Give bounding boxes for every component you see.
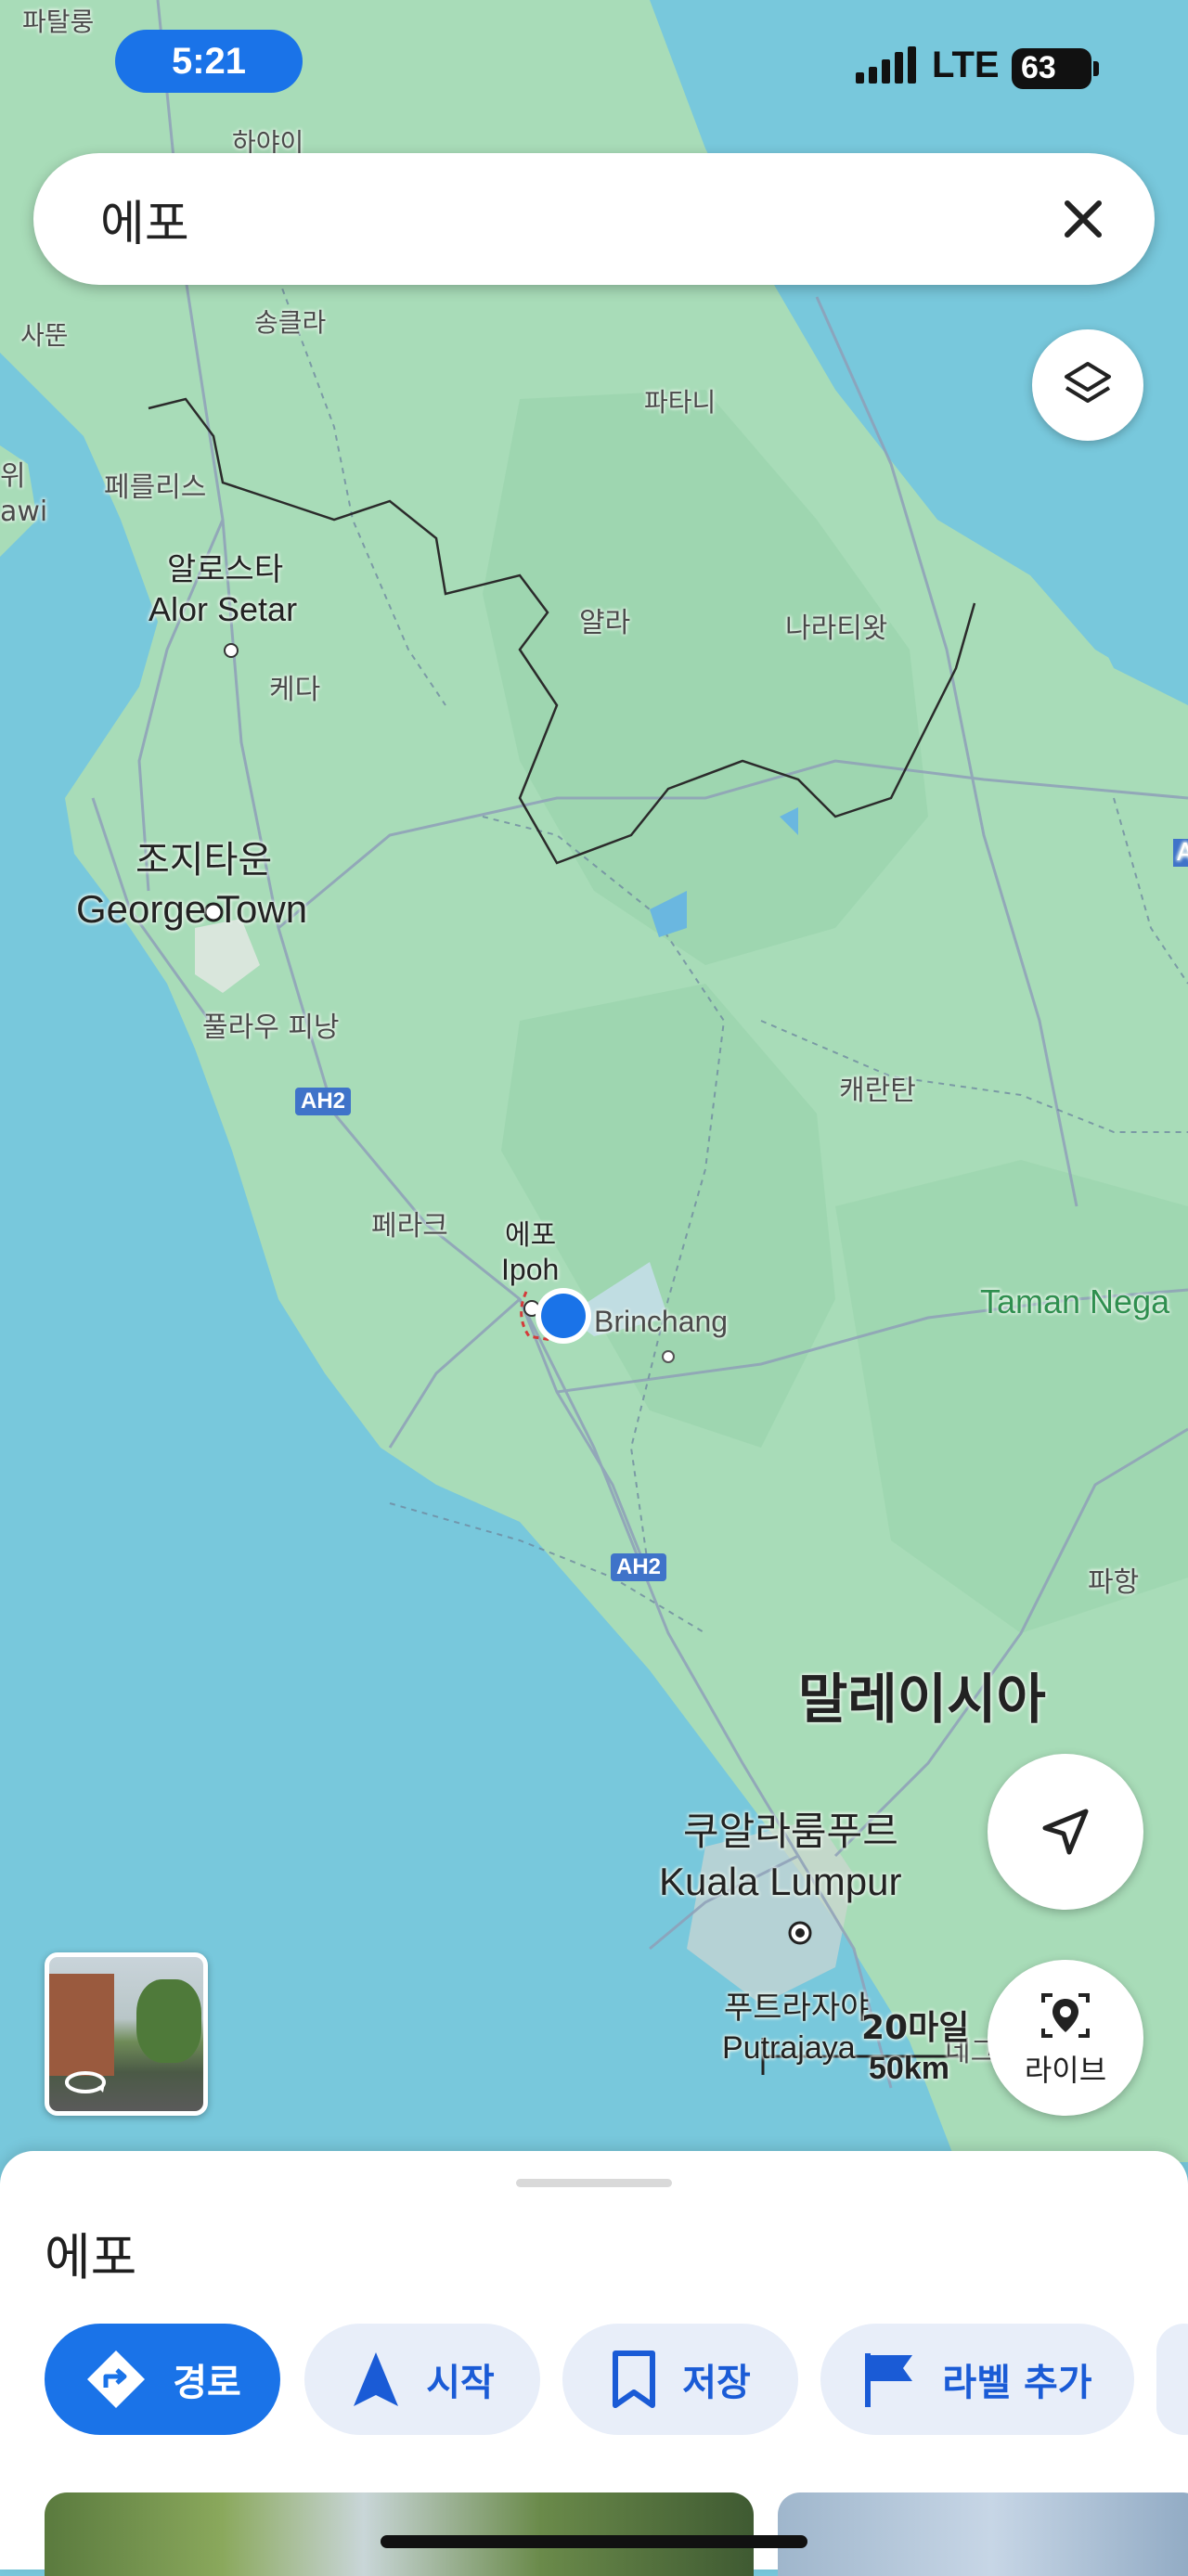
layers-icon	[1065, 362, 1111, 403]
live-view-label: 라이브	[1024, 2053, 1107, 2088]
street-view-thumbnail[interactable]	[45, 1952, 208, 2116]
my-location-button[interactable]	[988, 1754, 1143, 1910]
map-label-pulau-pinang: 풀라우 피낭	[202, 1011, 340, 1044]
battery-icon: 63	[1012, 48, 1091, 89]
place-bottom-sheet[interactable]: 에포 경로 시작 저장 라벨 추가	[0, 2151, 1188, 2576]
map-label-brinchang: Brinchang	[594, 1305, 729, 1338]
map-label-wi: 위	[0, 460, 26, 493]
map-label-perak: 페라크	[371, 1210, 448, 1243]
place-photo-1[interactable]	[45, 2492, 754, 2576]
start-label: 시작	[426, 2362, 495, 2404]
scale-km: 50km	[869, 2051, 949, 2086]
add-label-button[interactable]: 라벨 추가	[820, 2324, 1134, 2435]
home-indicator[interactable]	[381, 2535, 807, 2548]
search-bar[interactable]: 에포	[33, 153, 1155, 285]
building-shape	[49, 1974, 114, 2076]
map-label-george-town-en: George Town	[76, 887, 308, 931]
more-actions-chip[interactable]	[1156, 2324, 1188, 2435]
map-label-taman-negara: Taman Nega	[980, 1282, 1170, 1320]
map-label-kuala-lumpur-ko: 쿠알라룸푸르	[683, 1809, 898, 1854]
map-label-pattani: 파타니	[644, 387, 717, 418]
search-query[interactable]: 에포	[100, 185, 189, 254]
sheet-drag-handle[interactable]	[516, 2179, 672, 2187]
network-label: LTE	[932, 45, 1000, 85]
map-label-songkhla: 송클라	[254, 307, 327, 338]
directions-icon	[87, 2351, 146, 2408]
rotate-360-icon	[65, 2071, 106, 2093]
live-view-button[interactable]: 라이브	[988, 1960, 1143, 2116]
map-label-alor-setar-ko: 알로스타	[167, 551, 284, 588]
map-label-satun: 사뚠	[20, 320, 69, 351]
bookmark-icon	[613, 2351, 656, 2408]
flag-icon	[865, 2353, 913, 2407]
map-label-malaysia: 말레이시아	[798, 1668, 1046, 1731]
directions-button[interactable]: 경로	[45, 2324, 280, 2435]
map-label-pahang: 파항	[1088, 1566, 1140, 1599]
signal-icon	[856, 46, 917, 87]
directions-label: 경로	[173, 2362, 241, 2404]
save-button[interactable]: 저장	[562, 2324, 798, 2435]
navigation-arrow-icon	[1042, 1809, 1089, 1855]
map-label-ipoh-ko: 에포	[505, 1219, 557, 1252]
map-label-alor-setar-en: Alor Setar	[148, 590, 298, 628]
live-view-icon	[1041, 1993, 1090, 2038]
add-label-text: 라벨 추가	[942, 2362, 1092, 2404]
map-label-ipoh-en: Ipoh	[501, 1253, 560, 1286]
map-label-kelantan: 캐란탄	[839, 1075, 916, 1107]
map-label-yala: 얄라	[579, 607, 631, 639]
map-label-kuala-lumpur-en: Kuala Lumpur	[659, 1860, 902, 1903]
map-label-putrajaya-en: Putrajaya	[722, 2030, 856, 2066]
battery-level: 63	[1021, 50, 1056, 85]
status-time: 5:21	[115, 30, 303, 93]
map-label-edge-a: A	[1173, 839, 1188, 867]
tree-shape	[136, 1979, 201, 2063]
map-label-narathiwat: 나라티왓	[785, 612, 888, 645]
scale-miles: 20마일	[861, 2009, 970, 2047]
start-button[interactable]: 시작	[304, 2324, 540, 2435]
map-label-perlis: 페를리스	[104, 471, 207, 504]
map-label-pattalung: 파탈룽	[22, 6, 95, 37]
map-label-kedah: 케다	[269, 674, 321, 706]
battery-cap	[1093, 61, 1099, 76]
save-label: 저장	[682, 2362, 751, 2404]
place-title: 에포	[45, 2228, 137, 2286]
highway-badge-ah2-north: AH2	[295, 1088, 352, 1115]
map-label-awi: awi	[0, 496, 48, 528]
map-label-george-town-ko: 조지타운	[136, 839, 273, 882]
highway-badge-ah2-south: AH2	[611, 1553, 667, 1581]
layers-button[interactable]	[1032, 329, 1143, 441]
close-icon[interactable]	[1051, 187, 1116, 251]
navigation-icon	[354, 2352, 399, 2406]
place-photo-2[interactable]	[778, 2492, 1188, 2576]
map-label-putrajaya-ko: 푸트라자야	[724, 1990, 870, 2027]
